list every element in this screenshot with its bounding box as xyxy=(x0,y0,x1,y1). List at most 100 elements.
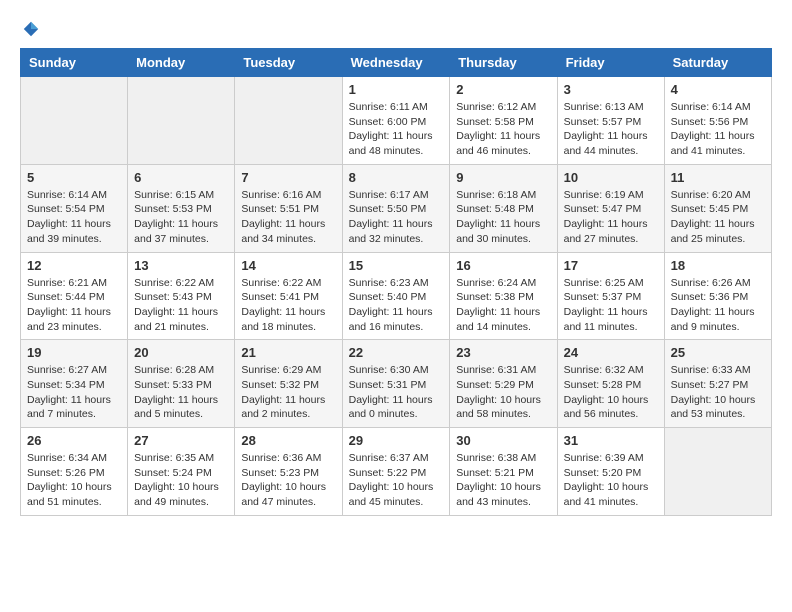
calendar-cell: 29 Sunrise: 6:37 AM Sunset: 5:22 PM Dayli… xyxy=(342,428,450,516)
calendar-cell: 2 Sunrise: 6:12 AM Sunset: 5:58 PM Daylig… xyxy=(450,77,557,165)
day-number: 27 xyxy=(134,433,228,448)
day-info: Sunrise: 6:15 AM Sunset: 5:53 PM Dayligh… xyxy=(134,188,228,247)
day-info: Sunrise: 6:22 AM Sunset: 5:43 PM Dayligh… xyxy=(134,276,228,335)
calendar-cell: 26Sunrise: 6:34 AM Sunset: 5:26 PM Dayli… xyxy=(21,428,128,516)
day-header-tuesday: Tuesday xyxy=(235,49,342,77)
day-number: 21 xyxy=(241,345,335,360)
day-number: 9 xyxy=(456,170,550,185)
calendar-cell: 28 Sunrise: 6:36 AM Sunset: 5:23 PM Dayli… xyxy=(235,428,342,516)
day-info: Sunrise: 6:32 AM Sunset: 5:28 PM Dayligh… xyxy=(564,363,658,422)
day-info: Sunrise: 6:25 AM Sunset: 5:37 PM Dayligh… xyxy=(564,276,658,335)
calendar-cell: 3 Sunrise: 6:13 AM Sunset: 5:57 PM Daylig… xyxy=(557,77,664,165)
day-info: Sunrise: 6:20 AM Sunset: 5:45 PM Dayligh… xyxy=(671,188,765,247)
day-info: Sunrise: 6:39 AM Sunset: 5:20 PM Dayligh… xyxy=(564,451,658,510)
day-info: Sunrise: 6:13 AM Sunset: 5:57 PM Dayligh… xyxy=(564,100,658,159)
day-number: 28 xyxy=(241,433,335,448)
logo xyxy=(20,20,42,38)
day-number: 31 xyxy=(564,433,658,448)
day-number: 2 xyxy=(456,82,550,97)
calendar-cell: 17 Sunrise: 6:25 AM Sunset: 5:37 PM Dayli… xyxy=(557,252,664,340)
week-row-4: 19 Sunrise: 6:27 AM Sunset: 5:34 PM Dayli… xyxy=(21,340,772,428)
day-header-friday: Friday xyxy=(557,49,664,77)
day-number: 15 xyxy=(349,258,444,273)
calendar-cell xyxy=(128,77,235,165)
day-number: 18 xyxy=(671,258,765,273)
day-number: 6 xyxy=(134,170,228,185)
day-number: 12 xyxy=(27,258,121,273)
day-header-saturday: Saturday xyxy=(664,49,771,77)
day-number: 29 xyxy=(349,433,444,448)
calendar-cell: 27 Sunrise: 6:35 AM Sunset: 5:24 PM Dayli… xyxy=(128,428,235,516)
day-number: 1 xyxy=(349,82,444,97)
week-row-3: 12 Sunrise: 6:21 AM Sunset: 5:44 PM Dayli… xyxy=(21,252,772,340)
day-info: Sunrise: 6:11 AM Sunset: 6:00 PM Dayligh… xyxy=(349,100,444,159)
day-info: Sunrise: 6:18 AM Sunset: 5:48 PM Dayligh… xyxy=(456,188,550,247)
day-info: Sunrise: 6:19 AM Sunset: 5:47 PM Dayligh… xyxy=(564,188,658,247)
week-row-2: 5 Sunrise: 6:14 AM Sunset: 5:54 PM Daylig… xyxy=(21,164,772,252)
calendar-cell: 4Sunrise: 6:14 AM Sunset: 5:56 PM Daylig… xyxy=(664,77,771,165)
calendar-cell: 15 Sunrise: 6:23 AM Sunset: 5:40 PM Dayli… xyxy=(342,252,450,340)
logo-icon xyxy=(22,20,40,38)
day-number: 11 xyxy=(671,170,765,185)
day-info: Sunrise: 6:36 AM Sunset: 5:23 PM Dayligh… xyxy=(241,451,335,510)
calendar-cell: 16Sunrise: 6:24 AM Sunset: 5:38 PM Dayli… xyxy=(450,252,557,340)
page-header xyxy=(20,20,772,38)
day-info: Sunrise: 6:38 AM Sunset: 5:21 PM Dayligh… xyxy=(456,451,550,510)
day-info: Sunrise: 6:22 AM Sunset: 5:41 PM Dayligh… xyxy=(241,276,335,335)
calendar-cell: 9 Sunrise: 6:18 AM Sunset: 5:48 PM Daylig… xyxy=(450,164,557,252)
day-number: 3 xyxy=(564,82,658,97)
day-header-monday: Monday xyxy=(128,49,235,77)
day-info: Sunrise: 6:33 AM Sunset: 5:27 PM Dayligh… xyxy=(671,363,765,422)
day-number: 24 xyxy=(564,345,658,360)
week-row-1: 1 Sunrise: 6:11 AM Sunset: 6:00 PM Daylig… xyxy=(21,77,772,165)
day-number: 22 xyxy=(349,345,444,360)
day-info: Sunrise: 6:29 AM Sunset: 5:32 PM Dayligh… xyxy=(241,363,335,422)
day-info: Sunrise: 6:37 AM Sunset: 5:22 PM Dayligh… xyxy=(349,451,444,510)
day-number: 19 xyxy=(27,345,121,360)
calendar-cell xyxy=(664,428,771,516)
day-header-thursday: Thursday xyxy=(450,49,557,77)
day-info: Sunrise: 6:34 AM Sunset: 5:26 PM Dayligh… xyxy=(27,451,121,510)
calendar-header-row: SundayMondayTuesdayWednesdayThursdayFrid… xyxy=(21,49,772,77)
day-info: Sunrise: 6:28 AM Sunset: 5:33 PM Dayligh… xyxy=(134,363,228,422)
day-number: 8 xyxy=(349,170,444,185)
day-number: 23 xyxy=(456,345,550,360)
day-info: Sunrise: 6:21 AM Sunset: 5:44 PM Dayligh… xyxy=(27,276,121,335)
calendar-cell: 23 Sunrise: 6:31 AM Sunset: 5:29 PM Dayli… xyxy=(450,340,557,428)
calendar-cell: 25 Sunrise: 6:33 AM Sunset: 5:27 PM Dayli… xyxy=(664,340,771,428)
day-number: 13 xyxy=(134,258,228,273)
calendar-cell: 1 Sunrise: 6:11 AM Sunset: 6:00 PM Daylig… xyxy=(342,77,450,165)
day-number: 17 xyxy=(564,258,658,273)
day-info: Sunrise: 6:14 AM Sunset: 5:54 PM Dayligh… xyxy=(27,188,121,247)
calendar-cell: 19 Sunrise: 6:27 AM Sunset: 5:34 PM Dayli… xyxy=(21,340,128,428)
calendar-cell: 22 Sunrise: 6:30 AM Sunset: 5:31 PM Dayli… xyxy=(342,340,450,428)
calendar-table: SundayMondayTuesdayWednesdayThursdayFrid… xyxy=(20,48,772,516)
calendar-cell: 14 Sunrise: 6:22 AM Sunset: 5:41 PM Dayli… xyxy=(235,252,342,340)
calendar-cell: 18Sunrise: 6:26 AM Sunset: 5:36 PM Dayli… xyxy=(664,252,771,340)
calendar-cell: 21 Sunrise: 6:29 AM Sunset: 5:32 PM Dayli… xyxy=(235,340,342,428)
day-info: Sunrise: 6:12 AM Sunset: 5:58 PM Dayligh… xyxy=(456,100,550,159)
day-info: Sunrise: 6:27 AM Sunset: 5:34 PM Dayligh… xyxy=(27,363,121,422)
calendar-cell: 30Sunrise: 6:38 AM Sunset: 5:21 PM Dayli… xyxy=(450,428,557,516)
week-row-5: 26Sunrise: 6:34 AM Sunset: 5:26 PM Dayli… xyxy=(21,428,772,516)
day-info: Sunrise: 6:30 AM Sunset: 5:31 PM Dayligh… xyxy=(349,363,444,422)
day-number: 25 xyxy=(671,345,765,360)
calendar-cell: 31 Sunrise: 6:39 AM Sunset: 5:20 PM Dayli… xyxy=(557,428,664,516)
calendar-cell xyxy=(21,77,128,165)
day-number: 5 xyxy=(27,170,121,185)
day-number: 7 xyxy=(241,170,335,185)
calendar-cell: 20 Sunrise: 6:28 AM Sunset: 5:33 PM Dayli… xyxy=(128,340,235,428)
calendar-cell xyxy=(235,77,342,165)
calendar-cell: 11 Sunrise: 6:20 AM Sunset: 5:45 PM Dayli… xyxy=(664,164,771,252)
calendar-cell: 12 Sunrise: 6:21 AM Sunset: 5:44 PM Dayli… xyxy=(21,252,128,340)
calendar-cell: 8Sunrise: 6:17 AM Sunset: 5:50 PM Daylig… xyxy=(342,164,450,252)
day-number: 10 xyxy=(564,170,658,185)
day-number: 14 xyxy=(241,258,335,273)
day-info: Sunrise: 6:16 AM Sunset: 5:51 PM Dayligh… xyxy=(241,188,335,247)
calendar-cell: 13 Sunrise: 6:22 AM Sunset: 5:43 PM Dayli… xyxy=(128,252,235,340)
day-info: Sunrise: 6:35 AM Sunset: 5:24 PM Dayligh… xyxy=(134,451,228,510)
day-info: Sunrise: 6:23 AM Sunset: 5:40 PM Dayligh… xyxy=(349,276,444,335)
day-info: Sunrise: 6:31 AM Sunset: 5:29 PM Dayligh… xyxy=(456,363,550,422)
calendar-cell: 6 Sunrise: 6:15 AM Sunset: 5:53 PM Daylig… xyxy=(128,164,235,252)
day-number: 20 xyxy=(134,345,228,360)
